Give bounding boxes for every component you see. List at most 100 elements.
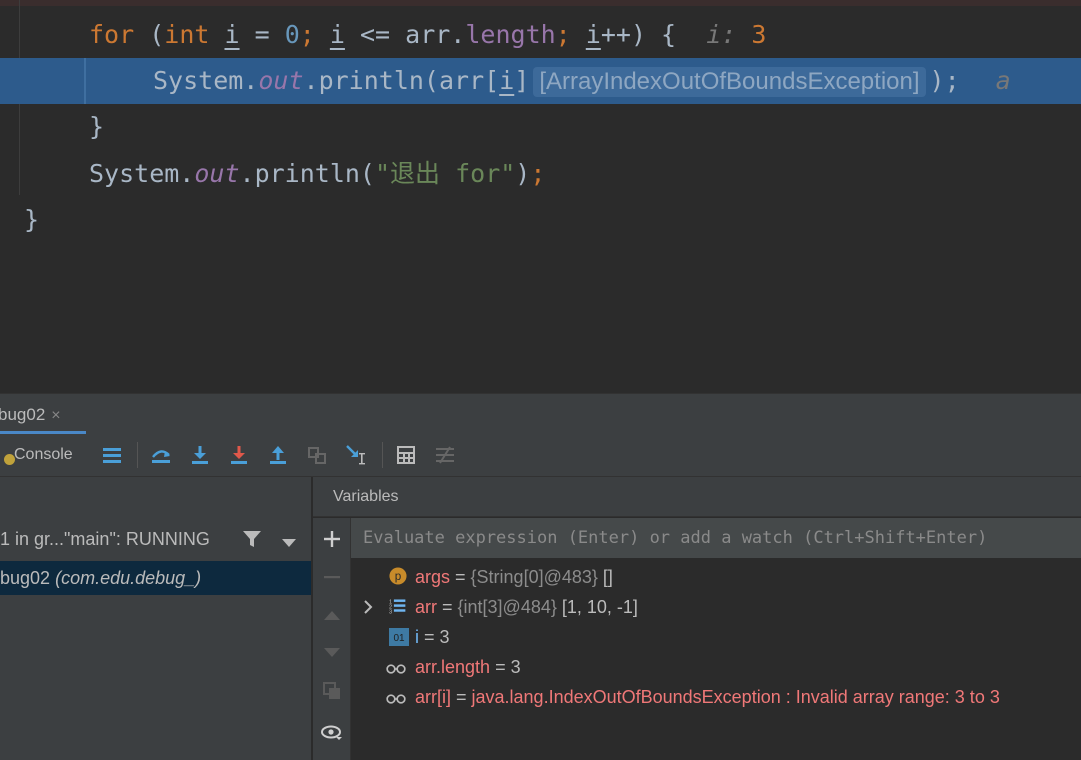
frame-class: (com.edu.debug_) — [55, 568, 202, 588]
stack-frame-row[interactable]: bug02 (com.edu.debug_) — [0, 561, 311, 595]
thread-label: 1 in gr..."main": RUNNING — [0, 529, 210, 549]
primitive-icon: 01 — [389, 628, 409, 646]
tab-debug-session[interactable]: bug02 × — [0, 394, 73, 432]
variables-panel: Variables p args = {String[0]@483} [] 12… — [313, 477, 1081, 760]
filter-icon[interactable] — [242, 529, 262, 554]
code-line-println-current[interactable]: System.out.println(arr[i] [ArrayIndexOutO… — [153, 59, 1011, 103]
toolbar-separator — [137, 442, 138, 468]
debugger-toolbar: Console — [0, 434, 1081, 477]
variable-name: arr — [415, 597, 437, 617]
variable-row-i[interactable]: 01 i = 3 — [351, 622, 450, 652]
evaluate-expression-input[interactable] — [351, 518, 1081, 558]
move-down-icon[interactable] — [318, 640, 346, 666]
watch-expression: arr[i] — [415, 687, 451, 707]
tab-label: bug02 — [0, 405, 46, 424]
svg-text:01: 01 — [393, 633, 405, 644]
exception-inlay-hint[interactable]: [ArrayIndexOutOfBoundsException] — [533, 67, 926, 97]
watch-icon — [386, 694, 406, 704]
hint-name: i: — [706, 20, 737, 49]
semicolon: ; — [530, 159, 546, 188]
equals-sign: = — [490, 657, 511, 677]
code-token: <= arr. — [344, 20, 466, 49]
evaluate-expression-icon[interactable] — [392, 441, 420, 469]
frame-method: bug02 — [0, 568, 51, 588]
variable-value: 3 — [439, 627, 450, 647]
static-field-out: out — [258, 66, 304, 95]
trace-current-stream-icon[interactable] — [431, 441, 459, 469]
variable-row-arr[interactable]: 123 arr = {int[3]@484} [1, 10, -1] — [351, 592, 638, 622]
duplicate-watch-icon[interactable] — [318, 678, 346, 704]
code-token: } — [24, 205, 40, 234]
array-icon: 123 — [389, 599, 406, 615]
code-token: = — [239, 20, 285, 49]
code-token: } — [89, 112, 105, 141]
variables-header: Variables — [313, 477, 1081, 517]
drop-frame-icon[interactable] — [303, 441, 331, 469]
toolbar-separator — [382, 442, 383, 468]
run-to-cursor-icon[interactable] — [342, 441, 370, 469]
parameter-icon: p — [389, 567, 407, 585]
svg-text:p: p — [395, 570, 402, 583]
keyword-for: for — [89, 20, 135, 49]
code-token: ++) { — [600, 20, 677, 49]
equals-sign: = — [451, 687, 472, 707]
variables-side-toolbar — [313, 518, 351, 760]
code-line-close-brace[interactable]: } — [89, 105, 104, 149]
variable-type: {String[0]@483} — [470, 567, 598, 587]
watch-expression: arr.length — [415, 657, 491, 677]
close-icon[interactable]: × — [51, 407, 60, 424]
chevron-down-icon[interactable] — [282, 535, 296, 553]
code-editor[interactable]: for (int i = 0; i <= arr.length; i++) { … — [0, 0, 1081, 393]
loop-variable: i — [224, 20, 240, 49]
hint-value: 3 — [751, 20, 767, 49]
code-token: .println(arr[ — [303, 66, 500, 95]
indent-guide-inner — [84, 58, 86, 104]
step-into-icon[interactable] — [186, 441, 214, 469]
index-variable: i — [499, 66, 515, 95]
svg-text:3: 3 — [389, 609, 392, 615]
remove-watch-icon[interactable] — [318, 564, 346, 590]
show-watches-icon[interactable] — [318, 720, 346, 746]
loop-variable: i — [585, 20, 601, 49]
debug-tool-window-header: bug02 × — [0, 393, 1081, 434]
variable-row-args[interactable]: p args = {String[0]@483} [] — [351, 562, 613, 592]
previous-line-strip — [0, 0, 1081, 6]
watch-icon — [386, 664, 406, 674]
step-over-icon[interactable] — [147, 441, 175, 469]
static-field-out: out — [194, 159, 240, 188]
length-field: length — [465, 20, 556, 49]
watch-error-value: java.lang.IndexOutOfBoundsException : In… — [471, 687, 1000, 707]
string-literal: "退出 for" — [374, 159, 516, 188]
add-watch-icon[interactable] — [318, 526, 346, 552]
semicolon: ; — [555, 20, 586, 49]
show-execution-point-icon[interactable] — [98, 441, 126, 469]
code-token: ] — [514, 66, 530, 95]
watch-row-arr-i[interactable]: arr[i] = java.lang.IndexOutOfBoundsExcep… — [351, 682, 1000, 712]
inline-value-hint: i: 3 — [706, 20, 766, 49]
thread-selector[interactable]: 1 in gr..."main": RUNNING — [0, 521, 311, 557]
equals-sign: = — [437, 597, 458, 617]
code-line-close-brace-outer[interactable]: } — [24, 198, 39, 242]
keyword-int: int — [164, 20, 210, 49]
console-label: Console — [14, 446, 73, 463]
variable-value: [1, 10, -1] — [556, 597, 638, 617]
inline-value-hint: a — [995, 66, 1011, 95]
code-token: System. — [89, 159, 195, 188]
watch-row-arr-length[interactable]: arr.length = 3 — [351, 652, 521, 682]
code-token: .println( — [239, 159, 375, 188]
expand-chevron-icon[interactable] — [363, 592, 377, 622]
code-line-println-exit[interactable]: System.out.println("退出 for"); — [89, 152, 545, 196]
frames-panel: 1 in gr..."main": RUNNING bug02 (com.edu… — [0, 477, 311, 760]
step-out-icon[interactable] — [264, 441, 292, 469]
move-up-icon[interactable] — [318, 602, 346, 628]
variable-name: args — [415, 567, 451, 587]
variable-value: [] — [597, 567, 613, 587]
code-token: ( — [134, 20, 165, 49]
number-literal: 0 — [284, 20, 300, 49]
variable-type: {int[3]@484} — [457, 597, 557, 617]
code-token: System. — [153, 66, 259, 95]
loop-variable: i — [329, 20, 345, 49]
console-icon — [4, 454, 15, 465]
force-step-into-icon[interactable] — [225, 441, 253, 469]
code-line-for[interactable]: for (int i = 0; i <= arr.length; i++) { … — [89, 13, 766, 57]
